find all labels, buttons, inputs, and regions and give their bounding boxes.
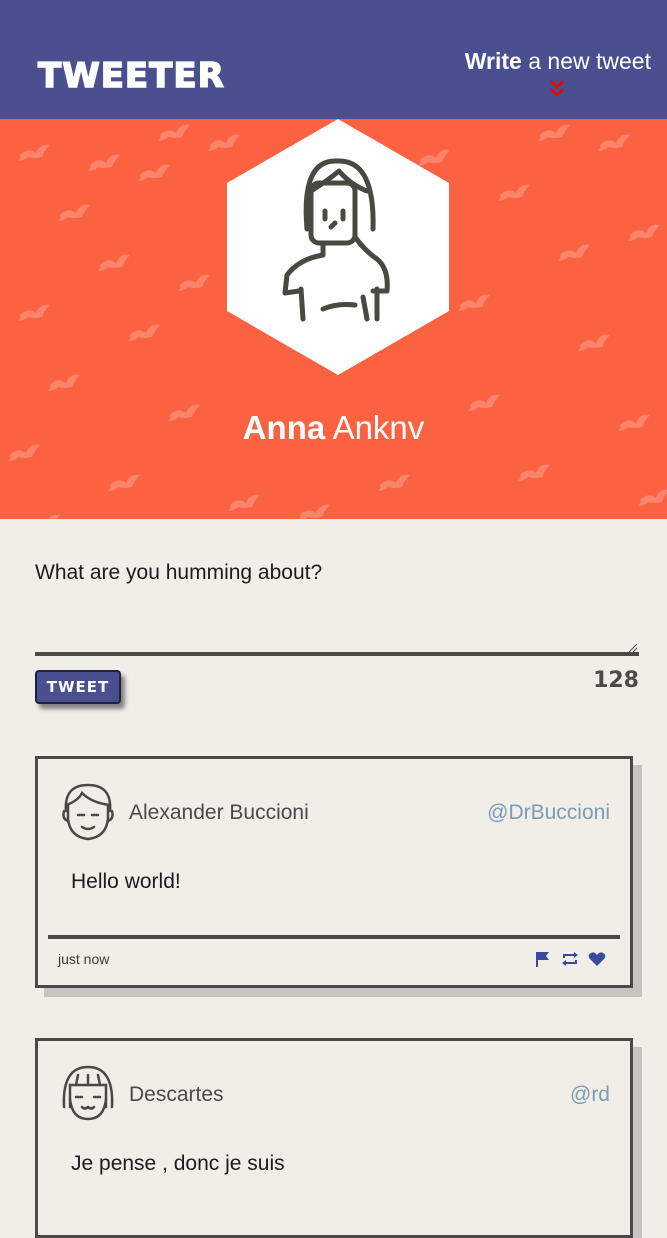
tweet-card: Alexander Buccioni @DrBuccioni Hello wor… xyxy=(35,756,633,988)
profile-avatar xyxy=(227,119,449,375)
male-avatar-icon xyxy=(62,783,114,841)
female-avatar-icon xyxy=(62,1065,114,1121)
resize-grip-icon[interactable] xyxy=(629,644,637,652)
double-chevron-down-icon[interactable] xyxy=(549,78,565,98)
profile-last-name: Anknv xyxy=(332,409,425,446)
character-counter: 128 xyxy=(593,668,639,693)
tweet-composer: TWEET 128 xyxy=(35,548,639,704)
tweet-button[interactable]: TWEET xyxy=(35,670,121,704)
tweet-footer: just now xyxy=(48,935,620,979)
tweet-author-handle[interactable]: @DrBuccioni xyxy=(487,801,610,825)
tweet-card: Descartes @rd Je pense , donc je suis xyxy=(35,1038,633,1238)
tweet-timestamp: just now xyxy=(58,951,110,967)
profile-header: Anna Anknv xyxy=(0,119,667,519)
compose-toggle[interactable]: Write a new tweet xyxy=(465,48,651,98)
flag-icon[interactable] xyxy=(534,950,552,968)
heart-icon[interactable] xyxy=(588,950,606,968)
retweet-icon[interactable] xyxy=(561,950,579,968)
compose-toggle-label[interactable]: Write a new tweet xyxy=(465,48,651,75)
logo: TWEETER xyxy=(37,55,225,97)
tweet-text: Hello world! xyxy=(71,870,181,893)
tweet-author-name: Descartes xyxy=(129,1083,224,1106)
tweet-author-handle[interactable]: @rd xyxy=(570,1083,610,1107)
top-nav: TWEETER Write a new tweet xyxy=(0,0,667,119)
profile-name: Anna Anknv xyxy=(0,409,667,447)
profile-first-name: Anna xyxy=(242,409,326,446)
tweet-text: Je pense , donc je suis xyxy=(71,1152,285,1175)
tweet-textarea[interactable] xyxy=(35,548,639,656)
tweet-actions xyxy=(534,950,606,968)
tweet-author-name: Alexander Buccioni xyxy=(129,801,309,824)
